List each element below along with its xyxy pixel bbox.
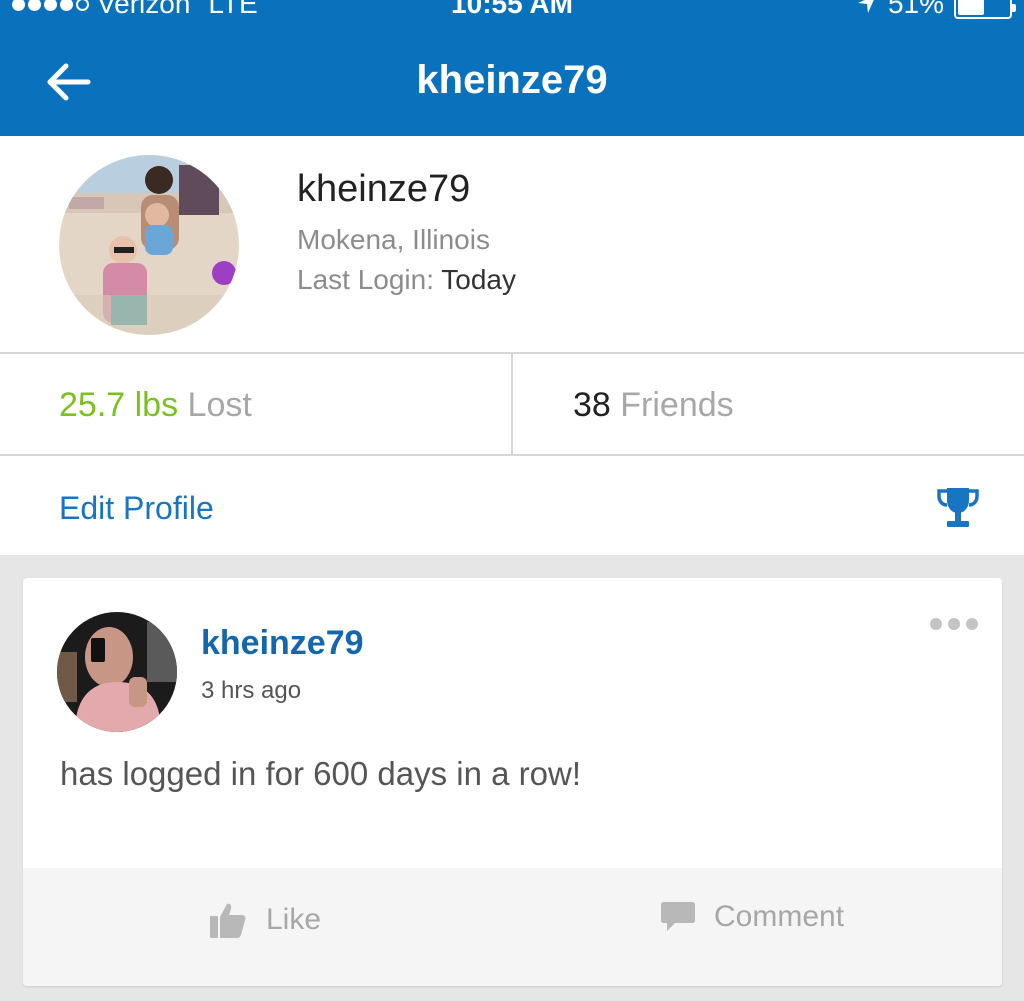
like-button[interactable]: Like [208, 900, 321, 940]
avatar[interactable] [57, 612, 177, 732]
divider [511, 354, 513, 454]
profile-username: kheinze79 [297, 168, 471, 210]
profile-location: Mokena, Illinois [297, 224, 490, 255]
avatar[interactable] [59, 155, 239, 335]
more-options-icon[interactable] [930, 618, 978, 630]
status-bar: Verizon LTE 10:55 AM 51% [0, 0, 1024, 22]
friends-label: Friends [620, 386, 734, 424]
weight-lost-value: 25.7 lbs [59, 386, 179, 424]
comment-label: Comment [714, 900, 845, 933]
post-username[interactable]: kheinze79 [201, 624, 364, 663]
friends-count: 38 [573, 386, 611, 424]
battery-icon [954, 0, 1016, 19]
comment-button[interactable]: Comment [660, 900, 844, 934]
thumbs-up-icon [210, 903, 246, 938]
profile-card: kheinze79 Mokena, Illinois Last Login: T… [0, 136, 1024, 354]
weight-lost-stat[interactable]: 25.7 lbs Lost [59, 386, 252, 425]
battery-percent: 51% [887, 0, 944, 19]
location-arrow-icon [857, 0, 874, 13]
last-login-value: Today [441, 264, 516, 295]
post-actions: Like Comment [23, 868, 1002, 986]
edit-profile-link[interactable]: Edit Profile [59, 490, 214, 527]
feed-post-card: kheinze79 3 hrs ago has logged in for 60… [23, 578, 1002, 986]
friends-stat[interactable]: 38 Friends [573, 386, 734, 425]
comment-bubble-icon [661, 902, 695, 931]
like-label: Like [266, 903, 322, 936]
post-text: has logged in for 600 days in a row! [60, 755, 581, 792]
last-login-label: Last Login: [297, 264, 434, 295]
profile-stats: 25.7 lbs Lost 38 Friends [0, 354, 1024, 456]
profile-actions-row: Edit Profile [0, 456, 1024, 555]
profile-last-login: Last Login: Today [297, 264, 516, 296]
trophy-icon[interactable] [935, 484, 981, 530]
app-header: Verizon LTE 10:55 AM 51% kheinze79 [0, 0, 1024, 136]
weight-lost-label: Lost [187, 386, 252, 424]
post-timestamp: 3 hrs ago [201, 677, 302, 704]
page-title: kheinze79 [416, 58, 608, 102]
